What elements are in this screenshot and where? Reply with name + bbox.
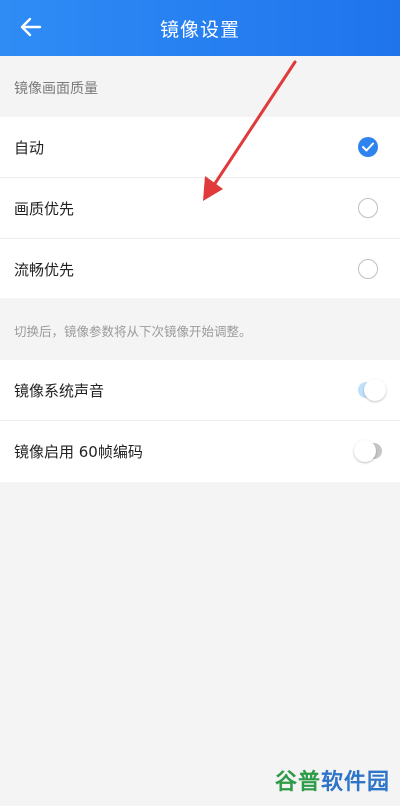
option-label: 流畅优先 xyxy=(14,260,75,279)
toggle-knob xyxy=(364,379,386,401)
radio-unchecked-icon[interactable] xyxy=(358,198,378,218)
option-label: 画质优先 xyxy=(14,199,75,218)
watermark-logo: 谷普软件园 xyxy=(275,764,390,796)
60fps-encoding-toggle[interactable] xyxy=(354,440,382,462)
radio-checked-icon[interactable] xyxy=(358,137,378,157)
watermark-part2: 软件园 xyxy=(320,770,390,795)
quality-option-quality-first[interactable]: 画质优先 xyxy=(0,178,400,239)
option-label: 自动 xyxy=(14,138,45,157)
setting-label: 镜像系统声音 xyxy=(14,381,105,400)
quality-option-smooth-first[interactable]: 流畅优先 xyxy=(0,239,400,299)
system-sound-toggle[interactable] xyxy=(358,379,386,401)
setting-60fps-encoding[interactable]: 镜像启用 60帧编码 xyxy=(0,421,400,481)
setting-system-sound[interactable]: 镜像系统声音 xyxy=(0,360,400,421)
section-title-quality: 镜像画面质量 xyxy=(14,81,98,97)
quality-hint: 切换后，镜像参数将从下次镜像开始调整。 xyxy=(14,324,252,339)
toggle-knob xyxy=(354,440,376,462)
mirror-settings: 镜像系统声音 镜像启用 60帧编码 xyxy=(0,360,400,482)
quality-option-auto[interactable]: 自动 xyxy=(0,117,400,178)
page-title: 镜像设置 xyxy=(159,19,240,41)
watermark-part1: 谷普 xyxy=(274,770,321,795)
setting-label: 镜像启用 60帧编码 xyxy=(14,442,143,461)
radio-unchecked-icon[interactable] xyxy=(358,259,378,279)
quality-options: 自动 画质优先 流畅优先 xyxy=(0,117,400,298)
app-header: 镜像设置 xyxy=(0,0,400,56)
